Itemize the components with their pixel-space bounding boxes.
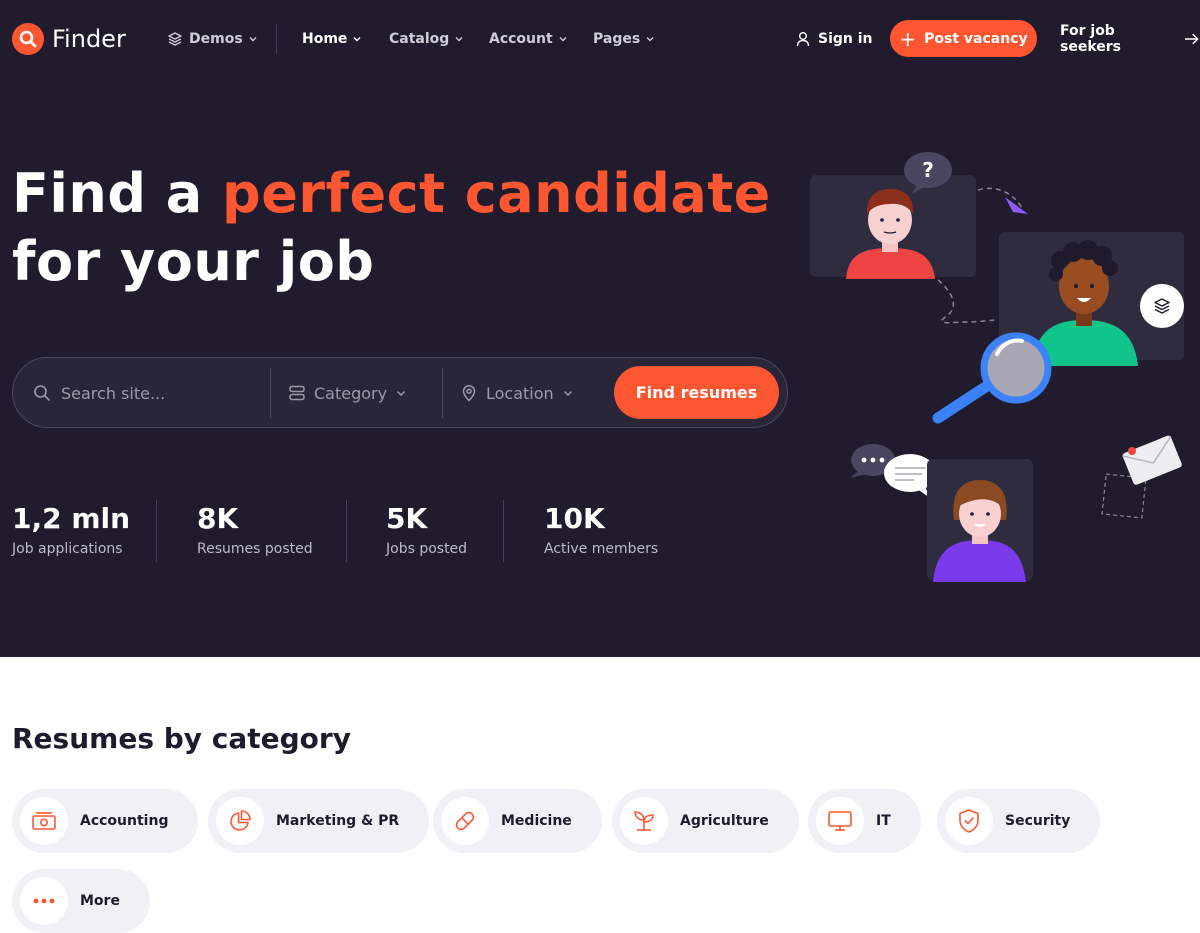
- search-placeholder: Search site...: [61, 383, 166, 403]
- hero-title-part2: for your job: [12, 230, 375, 293]
- logo-search-icon: [12, 23, 44, 55]
- find-resumes-button[interactable]: Find resumes: [614, 366, 779, 419]
- hero-title-accent: perfect candidate: [222, 162, 771, 225]
- sprout-icon: [620, 797, 668, 845]
- chevron-down-icon: [559, 37, 567, 42]
- nav-divider: [276, 24, 277, 54]
- layers-button[interactable]: [1140, 284, 1184, 328]
- chevron-down-icon: [646, 37, 654, 42]
- chevron-down-icon: [397, 390, 406, 397]
- hero-title-part1: Find a: [12, 162, 203, 225]
- layers-icon: [1154, 298, 1170, 314]
- category-medicine[interactable]: Medicine: [433, 789, 602, 853]
- brand-name: Finder: [52, 25, 126, 53]
- nav-catalog-label: Catalog: [389, 31, 450, 47]
- stat-value: 1,2 mln: [12, 502, 131, 535]
- stat-label: Job applications: [12, 541, 123, 557]
- stat-jobs-posted: 5K Jobs posted: [386, 500, 467, 562]
- stat-job-applications: 1,2 mln Job applications: [12, 500, 130, 562]
- logo[interactable]: Finder: [12, 22, 126, 56]
- plus-icon: +: [899, 26, 917, 51]
- user-icon: [796, 32, 810, 47]
- nav-demos-label: Demos: [189, 31, 243, 47]
- svg-text:?: ?: [922, 158, 934, 182]
- shield-icon: [945, 797, 993, 845]
- nav-home[interactable]: Home: [302, 28, 362, 50]
- monitor-icon: [816, 797, 864, 845]
- category-label: More: [80, 893, 120, 909]
- category-accounting[interactable]: Accounting: [12, 789, 199, 853]
- category-label: Security: [1005, 813, 1071, 829]
- category-label: Marketing & PR: [276, 813, 400, 829]
- stat-value: 10K: [544, 502, 605, 535]
- category-more[interactable]: More: [12, 869, 150, 933]
- category-security[interactable]: Security: [937, 789, 1101, 853]
- job-seekers-link[interactable]: For job seekers: [1060, 23, 1200, 55]
- stat-value: 5K: [386, 502, 428, 535]
- dots-icon: [20, 877, 68, 925]
- section-title: Resumes by category: [12, 722, 351, 755]
- map-pin-icon: [462, 384, 476, 402]
- search-input[interactable]: Search site...: [33, 376, 165, 410]
- stat-label: Active members: [544, 541, 659, 557]
- stat-divider: [156, 500, 157, 562]
- sign-in-label: Sign in: [818, 31, 873, 47]
- search-icon: [34, 385, 50, 401]
- stat-value: 8K: [197, 502, 239, 535]
- chevron-down-icon: [249, 37, 257, 42]
- category-agriculture[interactable]: Agriculture: [612, 789, 799, 853]
- cash-icon: [20, 797, 68, 845]
- pie-chart-icon: [216, 797, 264, 845]
- category-label: IT: [876, 813, 891, 829]
- category-marketing[interactable]: Marketing & PR: [208, 789, 430, 853]
- post-vacancy-button[interactable]: + Post vacancy: [890, 20, 1037, 57]
- nav-demos[interactable]: Demos: [167, 28, 258, 50]
- hero-illustration: ?: [810, 152, 1184, 582]
- stat-divider: [346, 500, 347, 562]
- stat-active-members: 10K Active members: [544, 500, 658, 562]
- stat-divider: [503, 500, 504, 562]
- search-bar: Search site... Category Location Find re…: [12, 357, 788, 428]
- post-vacancy-label: Post vacancy: [924, 30, 1028, 47]
- search-divider: [270, 368, 271, 418]
- job-seekers-label: For job seekers: [1060, 23, 1121, 55]
- category-label: Agriculture: [680, 813, 769, 829]
- category-icon: [289, 385, 305, 401]
- layers-icon: [168, 32, 182, 46]
- category-label: Accounting: [80, 813, 169, 829]
- category-label: Medicine: [501, 813, 572, 829]
- pill-icon: [441, 797, 489, 845]
- nav-catalog[interactable]: Catalog: [389, 28, 464, 50]
- hero-section: Finder Demos Home Catalog Account Pages …: [0, 0, 1200, 657]
- sign-in-link[interactable]: Sign in: [796, 28, 873, 50]
- chevron-down-icon: [455, 37, 463, 42]
- find-resumes-label: Find resumes: [635, 383, 758, 402]
- stat-label: Resumes posted: [197, 541, 313, 557]
- location-select[interactable]: Location: [460, 376, 574, 410]
- nav-home-label: Home: [302, 31, 348, 47]
- stat-resumes-posted: 8K Resumes posted: [197, 500, 313, 562]
- stat-label: Jobs posted: [386, 541, 468, 557]
- nav-pages[interactable]: Pages: [593, 28, 655, 50]
- hero-title: Find a perfect candidate for your job: [12, 160, 772, 296]
- search-divider: [442, 368, 443, 418]
- nav-account[interactable]: Account: [489, 28, 568, 50]
- location-select-label: Location: [486, 383, 554, 403]
- chevron-down-icon: [353, 37, 361, 42]
- chevron-down-icon: [563, 390, 572, 397]
- category-select-label: Category: [314, 383, 388, 403]
- nav-account-label: Account: [489, 31, 553, 47]
- nav-pages-label: Pages: [593, 31, 641, 47]
- category-it[interactable]: IT: [808, 789, 921, 853]
- arrow-right-icon: [1185, 33, 1200, 45]
- category-select[interactable]: Category: [288, 376, 407, 410]
